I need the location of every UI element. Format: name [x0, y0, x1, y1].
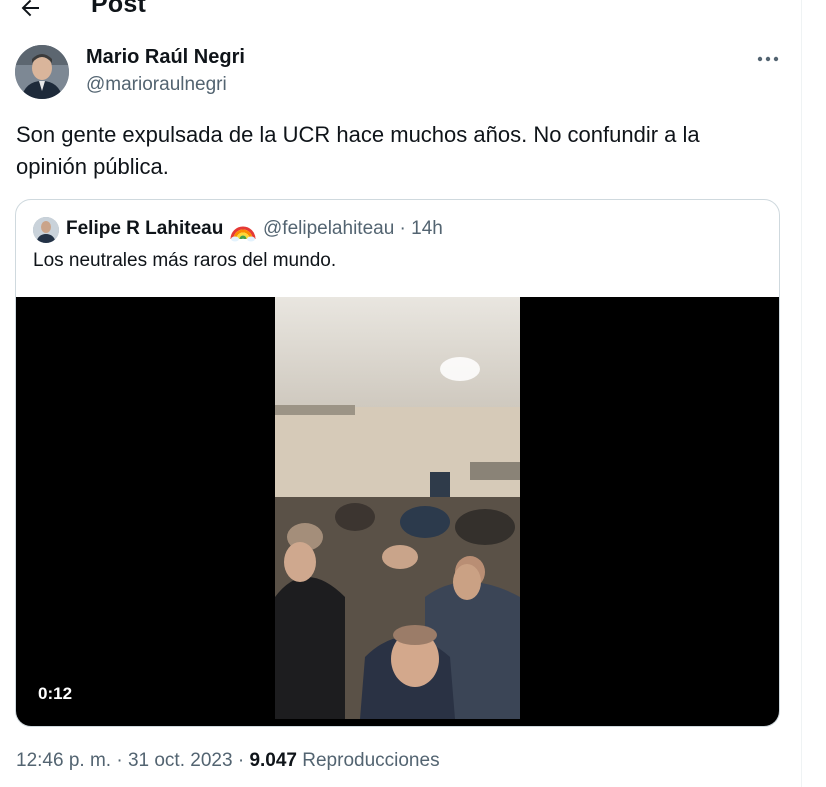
back-button[interactable] — [14, 0, 46, 24]
separator-dot: · — [237, 750, 250, 771]
page-header: Post — [0, 0, 801, 22]
video-thumbnail[interactable] — [275, 297, 520, 719]
page-title: Post — [91, 0, 146, 18]
views-count: 9.047 — [249, 750, 297, 771]
more-horizontal-icon — [757, 56, 779, 62]
rainbow-emoji-icon — [230, 217, 256, 243]
author-name[interactable]: Mario Raúl Negri — [86, 46, 245, 69]
post-text: Son gente expulsada de la UCR hace mucho… — [16, 122, 700, 179]
views-label: Reproducciones — [302, 750, 440, 771]
video-duration: 0:12 — [38, 684, 73, 703]
post-time[interactable]: 12:46 p. m. — [16, 750, 111, 771]
quoted-text: Los neutrales más raros del mundo. — [33, 250, 337, 271]
arrow-left-icon — [21, 0, 39, 17]
separator-dot: · — [116, 750, 128, 771]
quoted-handle[interactable]: @felipelahiteau — [263, 218, 394, 239]
quoted-post-card[interactable]: Felipe R Lahiteau @felipelahiteau · 14h … — [15, 199, 780, 727]
more-button[interactable] — [752, 45, 784, 73]
post-date[interactable]: 31 oct. 2023 — [128, 750, 233, 771]
separator-dot: · — [399, 218, 412, 239]
quoted-author-avatar[interactable] — [33, 217, 59, 243]
quoted-author-name[interactable]: Felipe R Lahiteau — [66, 218, 223, 240]
author-handle[interactable]: @marioraulnegri — [86, 74, 227, 96]
column-divider — [801, 0, 802, 787]
quoted-handle-time[interactable]: @felipelahiteau · 14h — [263, 218, 443, 240]
video-player[interactable]: 0:12 — [16, 297, 779, 726]
quoted-time[interactable]: 14h — [411, 218, 443, 239]
post-meta: 12:46 p. m. · 31 oct. 2023 · 9.047 Repro… — [16, 750, 440, 772]
author-avatar[interactable] — [15, 45, 69, 99]
